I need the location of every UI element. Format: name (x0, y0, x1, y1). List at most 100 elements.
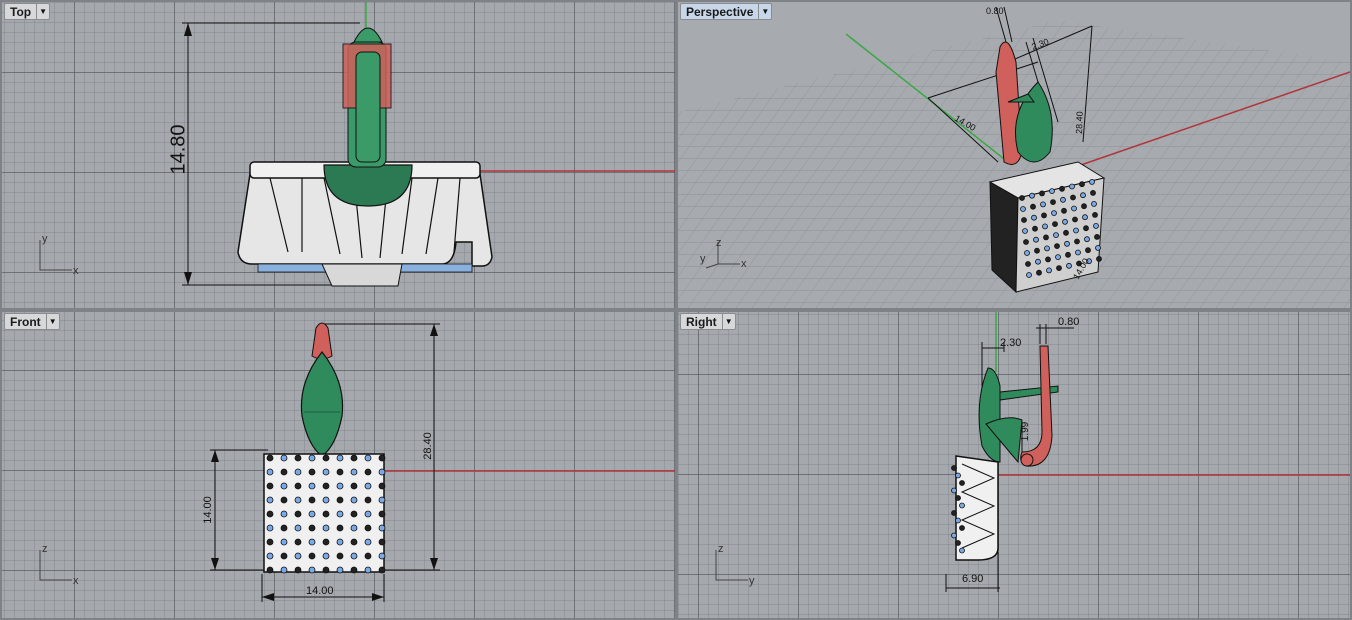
control-point (1075, 249, 1081, 256)
control-point (1046, 267, 1052, 274)
control-point (364, 454, 372, 462)
viewport-tab-front[interactable]: Front ▼ (4, 313, 60, 330)
control-point (308, 468, 316, 476)
control-point (1072, 216, 1078, 223)
control-point (336, 468, 344, 476)
control-point (266, 510, 274, 518)
chevron-down-icon[interactable]: ▼ (36, 4, 49, 19)
control-point (378, 454, 386, 462)
control-point (1030, 203, 1036, 210)
control-point (1050, 199, 1056, 206)
control-point (350, 510, 358, 518)
control-point (955, 517, 961, 524)
viewport-perspective[interactable]: 0.80 2.30 14.00 28.40 14.00 Perspective … (678, 2, 1350, 308)
control-point (308, 538, 316, 546)
dimension-label: 14.80 (167, 124, 190, 175)
control-point (322, 496, 330, 504)
chevron-down-icon[interactable]: ▼ (45, 314, 59, 329)
control-point (959, 480, 965, 486)
viewport-tab-top[interactable]: Top ▼ (4, 3, 51, 20)
control-point (955, 495, 961, 501)
control-point (266, 482, 274, 490)
control-point (378, 468, 386, 476)
dim-label-3: 28.40 (1074, 111, 1085, 134)
control-point (308, 552, 316, 560)
control-point (1041, 212, 1047, 219)
control-point (336, 510, 344, 518)
control-point (364, 482, 372, 490)
control-point (1049, 188, 1055, 195)
control-point (266, 566, 274, 574)
control-point (294, 524, 302, 532)
control-point (280, 552, 288, 560)
control-point (1085, 247, 1091, 254)
viewport-label: Perspective (686, 4, 754, 19)
control-point (350, 496, 358, 504)
control-point (364, 510, 372, 518)
control-point (1051, 210, 1057, 217)
control-point (280, 482, 288, 490)
control-point (1036, 269, 1042, 276)
green-part (323, 27, 413, 207)
control-point (364, 538, 372, 546)
control-point (322, 552, 330, 560)
control-point (364, 566, 372, 574)
control-point (1079, 181, 1085, 188)
control-point (959, 547, 965, 554)
control-point (1083, 225, 1089, 232)
control-point (1029, 192, 1035, 199)
control-point (1024, 250, 1030, 256)
control-point (1033, 236, 1039, 243)
control-point (266, 496, 274, 504)
control-point (1071, 205, 1077, 212)
control-point (280, 468, 288, 476)
dimension-label-depth: 6.90 (962, 573, 984, 585)
viewport-label: Front (10, 314, 41, 329)
control-point (336, 552, 344, 560)
control-point (1094, 233, 1100, 240)
control-point (364, 496, 372, 504)
control-point (955, 540, 961, 546)
chevron-down-icon[interactable]: ▼ (758, 4, 771, 19)
dim-label-0: 0.80 (986, 6, 1004, 16)
control-point (294, 454, 302, 462)
viewport-tab-perspective[interactable]: Perspective ▼ (680, 3, 773, 20)
control-point (294, 496, 302, 504)
control-point (1053, 232, 1059, 239)
chevron-down-icon[interactable]: ▼ (721, 314, 735, 329)
control-point (308, 566, 316, 574)
control-point (364, 468, 372, 476)
control-point (294, 482, 302, 490)
control-point (364, 552, 372, 560)
viewport-front[interactable]: Front ▼ 28.40 14.00 14.00 z x (2, 312, 675, 618)
top-scene (182, 2, 675, 287)
viewport-right[interactable]: Right ▼ 0.80 2.30 1.99 6.90 z y (678, 312, 1350, 618)
control-point (1080, 192, 1086, 199)
control-point (1091, 200, 1097, 207)
control-point (266, 538, 274, 546)
viewport-top[interactable]: Top ▼ 14.80 y x (2, 2, 675, 308)
control-point (951, 510, 957, 516)
perspective-scene: 0.80 2.30 14.00 28.40 14.00 (678, 6, 1350, 308)
control-point (1089, 178, 1095, 185)
control-point (955, 472, 961, 479)
control-point (322, 482, 330, 490)
control-point (1039, 190, 1045, 197)
control-point (1026, 272, 1032, 278)
control-point (280, 538, 288, 546)
viewport-tab-right[interactable]: Right ▼ (680, 313, 736, 330)
control-point (336, 538, 344, 546)
control-point (951, 465, 957, 471)
control-point (308, 524, 316, 532)
control-point (1093, 222, 1099, 229)
control-point (378, 538, 386, 546)
control-point (322, 468, 330, 476)
control-point (1035, 258, 1041, 265)
control-point (280, 496, 288, 504)
control-point (322, 454, 330, 462)
control-point (322, 566, 330, 574)
control-point (1020, 206, 1026, 212)
control-point (266, 524, 274, 532)
control-point (266, 468, 274, 476)
control-point (1059, 185, 1065, 192)
